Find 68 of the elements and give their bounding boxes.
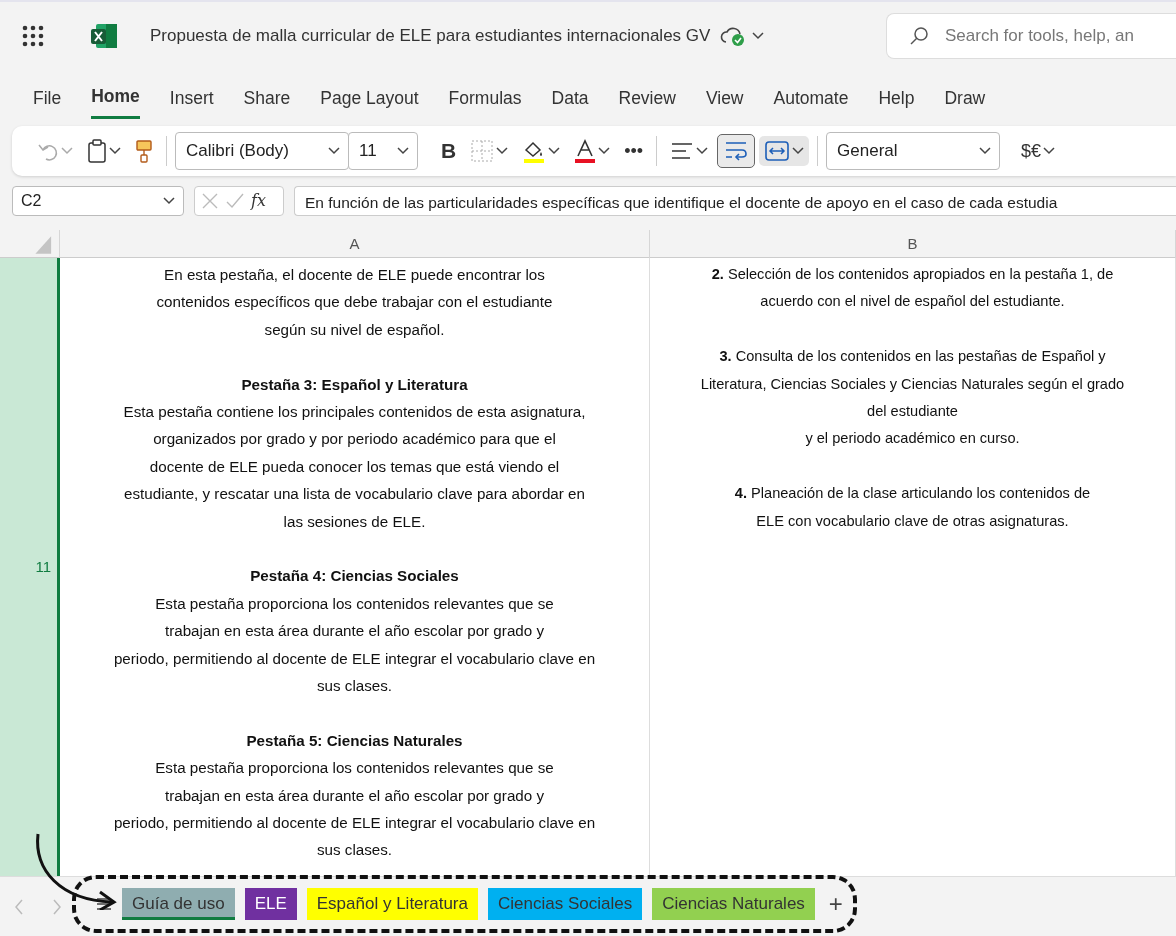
search-field[interactable]: Search for tools, help, an xyxy=(943,22,1176,50)
menu-tab[interactable]: Data xyxy=(551,78,589,118)
merge-button[interactable] xyxy=(759,136,810,166)
column-header[interactable]: A xyxy=(60,230,650,258)
chevron-down-icon xyxy=(598,147,611,155)
menu-tab[interactable]: Formulas xyxy=(448,78,522,118)
row-header[interactable]: 11 xyxy=(0,258,60,876)
search-icon xyxy=(909,26,929,46)
font-dropdown[interactable]: Calibri (Body) xyxy=(175,132,349,170)
menu-tab[interactable]: Automate xyxy=(773,78,849,118)
chevron-down-icon xyxy=(397,147,409,155)
cloud-check-icon xyxy=(720,26,747,46)
menu-tab[interactable]: Review xyxy=(618,78,676,118)
menu-tab[interactable]: Share xyxy=(243,78,291,118)
chevron-down-icon xyxy=(548,147,561,155)
add-sheet-button[interactable]: + xyxy=(824,891,847,916)
chevron-down-icon xyxy=(979,147,992,155)
menu-tab[interactable]: Draw xyxy=(944,78,986,118)
sheet-tab[interactable]: Español y Literatura xyxy=(306,887,478,920)
chevron-down-icon xyxy=(328,147,340,155)
number-format-dropdown[interactable]: General xyxy=(826,132,1001,170)
function-button[interactable]: fx xyxy=(251,189,266,213)
menu-tab[interactable]: Insert xyxy=(169,78,214,118)
cell-paragraph: En esta pestaña, el docente de ELE puede encontrar los contenidos específicos que debe trabajar con el estudiante según su nivel de español. xyxy=(155,265,554,340)
font-size-dropdown[interactable]: 11 xyxy=(348,132,418,170)
paintbrush-icon xyxy=(135,139,153,163)
chevron-down-icon xyxy=(61,147,73,155)
cell-paragraph: 3. Consulta de los contenidos en las pestañas de Español y Literatura, Ciencias Sociales y Ciencias Naturales según el grado del estudiante y el periodo académico en curso. xyxy=(699,347,1126,449)
cell-paragraph: Pestaña 4: Ciencias Sociales Esta pestaña proporciona los contenidos relevantes que se trabajan en esta área durante el año escolar por grado y periodo, permitiendo al docente de ELE integrar el vocabulario clave en sus clases. xyxy=(112,566,597,697)
formula-field[interactable]: En función de las particularidades específicas que identifique el docente de apoyo en el caso de cada estudia xyxy=(294,186,1176,216)
chevron-down-icon xyxy=(792,147,805,155)
column-header[interactable]: B xyxy=(650,230,1176,258)
wrap-text-button[interactable] xyxy=(717,134,756,168)
check-icon[interactable] xyxy=(225,192,245,210)
currency-button[interactable]: $€ xyxy=(1016,133,1061,169)
bold-button[interactable]: B xyxy=(436,131,462,171)
chevron-down-icon xyxy=(496,147,509,155)
wrap-text-icon xyxy=(723,139,750,163)
borders-icon xyxy=(470,139,495,163)
chevron-down-icon xyxy=(163,197,175,205)
chevron-down-icon xyxy=(752,32,765,40)
menu-tab[interactable]: Home xyxy=(91,77,140,119)
menu-tab[interactable]: View xyxy=(705,78,744,118)
sheet-tab[interactable]: Ciencias Naturales xyxy=(652,887,815,920)
chevron-down-icon xyxy=(109,147,121,155)
menu-tab[interactable]: File xyxy=(33,78,62,118)
chevron-down-icon xyxy=(1043,147,1056,155)
align-icon xyxy=(670,141,695,161)
name-box[interactable]: C2 xyxy=(12,186,184,216)
sheet-tab[interactable]: Ciencias Sociales xyxy=(487,887,643,920)
more-options-button[interactable]: ••• xyxy=(619,133,649,169)
menu-tab[interactable]: Help xyxy=(878,78,915,118)
cell-paragraph: Pestaña 5: Ciencias Naturales Esta pestaña proporciona los contenidos relevantes que se trabajan en esta área durante el año escolar por grado y periodo, permitiendo al docente de ELE integrar el vocabulario clave en sus clases. xyxy=(112,730,597,861)
spreadsheet-logo-icon xyxy=(90,23,118,49)
app-launcher-icon[interactable] xyxy=(22,25,44,47)
document-title: Propuesta de malla curricular de ELE para estudiantes internacionales GV xyxy=(150,25,711,48)
chevron-down-icon xyxy=(696,147,709,155)
search-box[interactable]: Search for tools, help, an xyxy=(886,13,1176,59)
menu-tab[interactable]: Page Layout xyxy=(320,78,419,118)
font-color-icon xyxy=(574,138,597,164)
merge-icon xyxy=(764,140,791,162)
cell-paragraph: Pestaña 3: Español y Literatura Esta pestaña contiene los principales contenidos de esta asignatura, organizados por grado y por periodo académico para que el docente de ELE pueda conocer los temas que está viendo el estudiante, y rescatar una lista de vocabulario clave para abordar en las sesiones de ELE. xyxy=(122,374,587,532)
menu-icon[interactable] xyxy=(96,896,112,911)
sheet-tab[interactable]: Guía de uso xyxy=(122,887,235,920)
cell-paragraph: 2. Selección de los contenidos apropiados en la pestaña 1, de acuerdo con el nivel de español del estudiante. xyxy=(710,265,1115,312)
clipboard-icon xyxy=(87,139,107,163)
cell-paragraph: 4. Planeación de la clase articulando los contenidos de ELE con vocabulario clave de otras asignaturas. xyxy=(733,484,1092,531)
sheet-tab[interactable]: ELE xyxy=(244,887,297,920)
